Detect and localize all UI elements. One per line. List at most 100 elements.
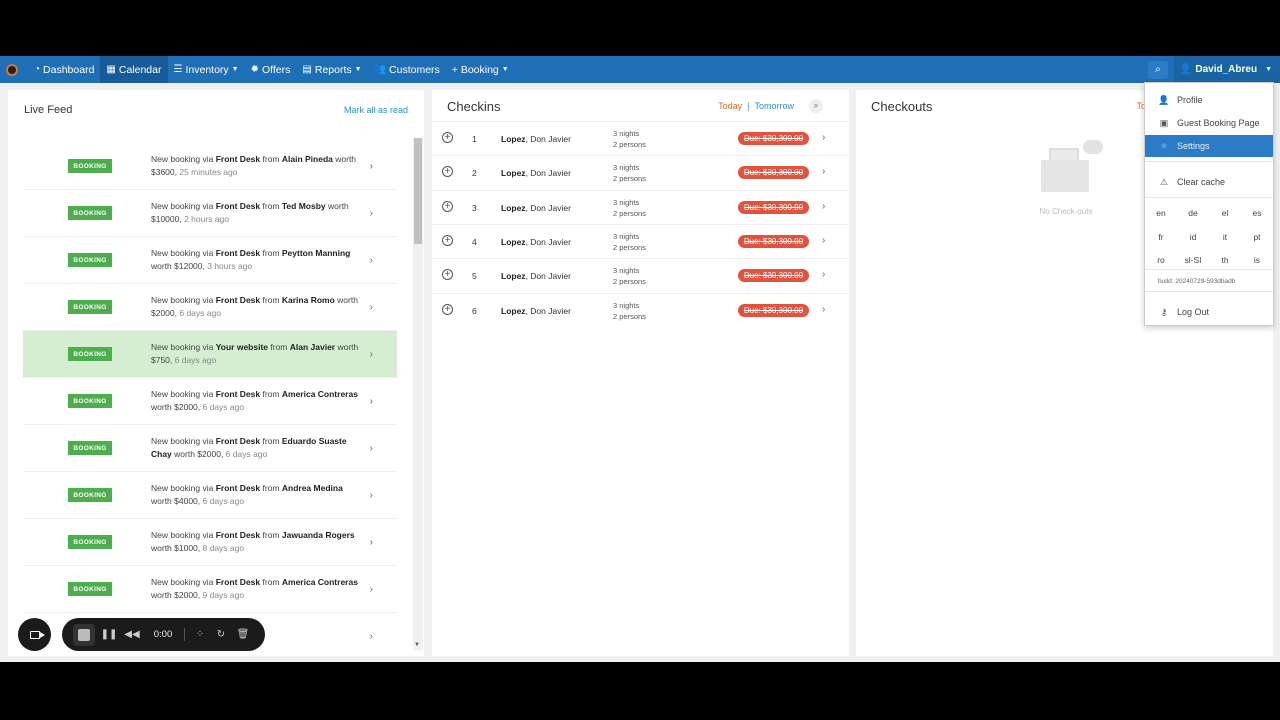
tab-tomorrow[interactable]: Tomorrow [754, 101, 794, 111]
chevron-right-icon[interactable]: › [822, 269, 825, 280]
menu-settings[interactable]: ✹ Settings [1145, 135, 1273, 157]
chevron-right-icon[interactable]: › [370, 396, 373, 407]
checkin-number: 6 [472, 305, 477, 316]
chevron-right-icon[interactable]: › [370, 584, 373, 595]
checkin-row[interactable]: +6 Lopez, Don Javier 3 nights 2 persons Due:… [432, 292, 849, 327]
language-option[interactable]: el [1210, 208, 1240, 218]
booking-badge: BOOKING [68, 253, 112, 267]
language-option[interactable]: fr [1146, 232, 1176, 242]
language-option[interactable]: ro [1146, 255, 1176, 265]
expand-plus-icon[interactable]: + [442, 200, 453, 212]
search-icon[interactable]: ⌕ [809, 99, 823, 113]
app-logo[interactable] [6, 63, 18, 76]
search-icon[interactable]: ⌕ [1147, 60, 1168, 79]
nav-label: Dashboard [43, 63, 95, 76]
chevron-right-icon[interactable]: › [822, 166, 825, 177]
camera-toggle-button[interactable] [18, 618, 51, 651]
feed-scrollbar[interactable]: ▼ [413, 138, 423, 650]
toolbar-divider [184, 628, 185, 641]
nights: 3 nights [613, 300, 640, 310]
checkin-row[interactable]: +4 Lopez, Don Javier 3 nights 2 persons Due:… [432, 223, 849, 258]
grid-button[interactable]: ⁘ [192, 618, 208, 651]
nav-calendar[interactable]: ▦ Calendar [100, 56, 168, 83]
persons: 2 persons [613, 242, 646, 252]
language-option[interactable]: is [1242, 255, 1272, 265]
expand-plus-icon[interactable]: + [442, 269, 453, 281]
checkin-row[interactable]: +2 Lopez, Don Javier 3 nights 2 persons Due:… [432, 155, 849, 189]
feed-item[interactable]: BOOKING New booking via Front Desk from K… [23, 284, 397, 331]
expand-plus-icon[interactable]: + [442, 166, 453, 178]
menu-profile[interactable]: 👤 Profile [1145, 89, 1273, 111]
checkin-number: 5 [472, 271, 477, 282]
delete-button[interactable]: 🗑 [234, 618, 252, 651]
menu-clear-cache[interactable]: ⚠ Clear cache [1145, 171, 1273, 193]
chevron-right-icon[interactable]: › [822, 304, 825, 315]
feed-worth: worth $12000, [151, 261, 205, 271]
nights: 3 nights [613, 231, 640, 241]
feed-item[interactable]: BOOKING New booking via Front Desk from A… [23, 566, 397, 613]
feed-item[interactable]: BOOKING New booking via Front Desk from P… [23, 237, 397, 284]
language-option[interactable]: es [1242, 208, 1272, 218]
nav-reports[interactable]: ▤ Reports ▼ [296, 56, 367, 83]
chevron-right-icon[interactable]: › [822, 235, 825, 246]
chevron-right-icon[interactable]: › [822, 201, 825, 212]
menu-guest-booking[interactable]: ▣ Guest Booking Page [1145, 112, 1273, 134]
checkins-header: Checkins Today | Tomorrow ⌕ [432, 90, 849, 122]
language-option[interactable]: sl-SI [1178, 255, 1208, 265]
chevron-right-icon[interactable]: › [370, 302, 373, 313]
checkin-row[interactable]: +1 Lopez, Don Javier 3 nights 2 persons Due:… [432, 121, 849, 155]
expand-plus-icon[interactable]: + [442, 303, 453, 315]
guest-last-name: Lopez [501, 305, 526, 316]
language-option[interactable]: id [1178, 232, 1208, 242]
feed-source: Front Desk [215, 201, 261, 211]
booking-badge: BOOKING [68, 535, 112, 549]
booking-badge: BOOKING [68, 300, 112, 314]
language-option[interactable]: de [1178, 208, 1208, 218]
tab-today[interactable]: Today [718, 101, 742, 111]
nav-booking[interactable]: + Booking ▼ [446, 56, 515, 83]
feed-item[interactable]: BOOKING New booking via Front Desk from T… [23, 190, 397, 237]
trash-icon: 🗑 [236, 629, 250, 640]
checkin-row[interactable]: +3 Lopez, Don Javier 3 nights 2 persons Due:… [432, 189, 849, 224]
due-badge: Due: $30,300.00 [738, 269, 809, 283]
guest-name: Lopez, Don Javier [501, 168, 571, 178]
chevron-right-icon[interactable]: › [370, 255, 373, 266]
chevron-right-icon[interactable]: › [370, 443, 373, 454]
feed-item[interactable]: BOOKING New booking via Front Desk from A… [23, 472, 397, 519]
chevron-right-icon[interactable]: › [370, 537, 373, 548]
chevron-right-icon[interactable]: › [370, 349, 373, 360]
user-menu[interactable]: 👤 David_Abreu ▼ [1173, 56, 1280, 83]
checkin-row[interactable]: +5 Lopez, Don Javier 3 nights 2 persons Due:… [432, 258, 849, 292]
scroll-down-icon[interactable]: ▼ [414, 642, 420, 648]
nav-customers[interactable]: 👥 Customers [368, 56, 446, 83]
chevron-right-icon[interactable]: › [370, 490, 373, 501]
expand-plus-icon[interactable]: + [442, 234, 453, 246]
feed-item[interactable]: BOOKING New booking via Front Desk from E… [23, 425, 397, 472]
mark-all-read-link[interactable]: Mark all as read [344, 105, 408, 115]
empty-state-text: No Check-outs [1039, 207, 1093, 216]
feed-item[interactable]: BOOKING New booking via Front Desk from A… [23, 378, 397, 425]
chevron-right-icon[interactable]: › [370, 631, 373, 642]
menu-logout[interactable]: ⚷ Log Out [1145, 301, 1273, 323]
language-option[interactable]: en [1146, 208, 1176, 218]
scroll-thumb[interactable] [414, 138, 422, 244]
restart-button[interactable]: ↻ [213, 618, 229, 651]
chevron-right-icon[interactable]: › [370, 161, 373, 172]
menu-label: Settings [1177, 141, 1210, 151]
nav-offers[interactable]: ✹ Offers [245, 56, 297, 83]
nav-dashboard[interactable]: ◔ Dashboard [28, 56, 100, 83]
feed-item[interactable]: BOOKING New booking via Front Desk from A… [23, 143, 397, 190]
nav-inventory[interactable]: ☰ Inventory ▼ [168, 56, 245, 83]
feed-item[interactable]: BOOKING New booking via Front Desk from J… [23, 519, 397, 566]
chevron-right-icon[interactable]: › [370, 208, 373, 219]
language-option[interactable]: th [1210, 255, 1240, 265]
stop-button[interactable] [72, 618, 96, 651]
language-option[interactable]: pt [1242, 232, 1272, 242]
chevron-right-icon[interactable]: › [822, 132, 825, 143]
language-option[interactable]: it [1210, 232, 1240, 242]
expand-plus-icon[interactable]: + [442, 132, 453, 143]
rewind-button[interactable]: ◀◀ [122, 618, 142, 651]
pause-button[interactable]: ❚❚ [100, 618, 118, 651]
guest-name: Lopez, Don Javier [501, 306, 571, 316]
feed-item[interactable]: BOOKING New booking via Your website from… [23, 331, 397, 378]
